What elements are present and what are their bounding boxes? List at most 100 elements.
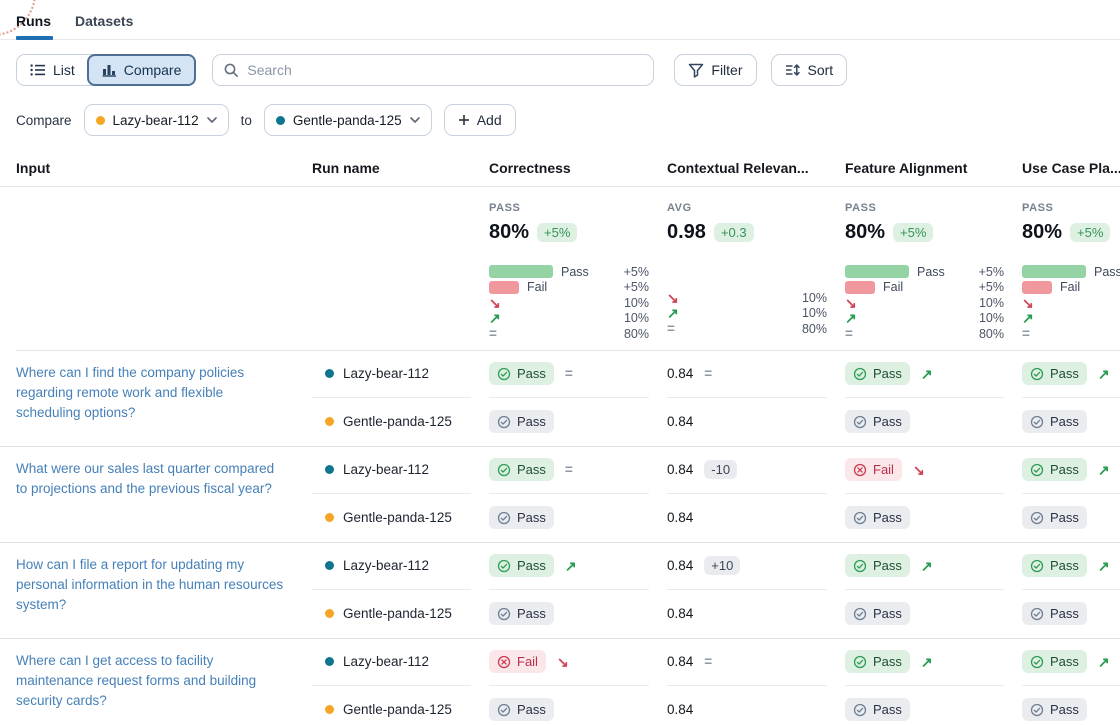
column-header-feature-alignment: Feature Alignment [845, 154, 1022, 187]
list-view-button[interactable]: List [17, 55, 88, 85]
run-cell: Gentle-panda-125 [312, 398, 489, 446]
stat-value: 80% [489, 221, 529, 244]
legend-value: +5% [624, 280, 649, 294]
feature-cell: Pass [845, 543, 1004, 590]
search-icon [223, 62, 239, 78]
pass-badge: Pass [845, 698, 910, 721]
legend-value: 10% [624, 296, 649, 310]
column-header-run-name: Run name [312, 154, 489, 187]
run-a-select[interactable]: Lazy-bear-112 [84, 104, 229, 136]
question-link[interactable]: What were our sales last quarter compare… [16, 461, 274, 496]
run-b-name: Gentle-panda-125 [293, 113, 402, 128]
score-value: 0.84 [667, 510, 693, 525]
correctness-cell: Pass [489, 494, 667, 542]
to-label: to [241, 113, 252, 128]
column-header-correctness: Correctness [489, 154, 667, 187]
view-toggle: List Compare [16, 54, 196, 86]
feature-cell: Fail [845, 447, 1004, 494]
pass-bar-label: Pass [917, 265, 945, 279]
trend-up-icon [489, 311, 501, 325]
question-link[interactable]: Where can I get access to facility maint… [16, 653, 256, 709]
summary-contextual: AVG 0.98+0.3 [667, 187, 845, 244]
trend-down-icon [489, 296, 501, 310]
column-header-use-case: Use Case Pla... [1022, 154, 1120, 187]
question-link[interactable]: Where can I find the company policies re… [16, 365, 244, 421]
question-link[interactable]: How can I file a report for updating my … [16, 557, 283, 613]
tab-datasets[interactable]: Datasets [75, 13, 133, 39]
search-box [212, 54, 654, 86]
trend-up-icon [565, 559, 577, 573]
correctness-cell: Pass [489, 351, 649, 398]
contextual-cell: 0.84 [667, 590, 845, 638]
trend-equal-icon [1022, 327, 1030, 341]
score-delta-badge: +10 [704, 556, 740, 575]
run-label: Lazy-bear-112 [343, 366, 429, 381]
pass-badge: Pass [845, 650, 910, 673]
run-cell: Gentle-panda-125 [312, 590, 489, 638]
legend-correctness: Pass+5% Fail+5% 10% 10% 80% [489, 264, 649, 350]
fail-bar-label: Fail [1060, 280, 1080, 294]
stat-delta-badge: +5% [893, 223, 933, 242]
usecase-cell: Pass [1022, 447, 1120, 494]
score-value: 0.84 [667, 414, 693, 429]
contextual-cell: 0.84 [667, 686, 845, 725]
pass-badge: Pass [1022, 410, 1087, 433]
trend-equal-icon [704, 367, 712, 381]
compare-view-button[interactable]: Compare [87, 54, 197, 86]
trend-up-icon [667, 306, 679, 320]
run-a-dot [96, 116, 105, 125]
pass-badge: Pass [845, 410, 910, 433]
comparison-row-group: What were our sales last quarter compare… [0, 447, 1120, 543]
legend-value: 10% [802, 291, 827, 305]
filter-button[interactable]: Filter [674, 54, 756, 86]
legend-value: 80% [979, 327, 1004, 341]
trend-up-icon [1098, 463, 1110, 477]
plus-icon [458, 114, 470, 126]
feature-cell: Pass [845, 590, 1022, 638]
run-label: Gentle-panda-125 [343, 414, 452, 429]
score-value: 0.84 [667, 654, 693, 669]
search-input[interactable] [247, 62, 643, 78]
trend-up-icon [1098, 655, 1110, 669]
run-dot [325, 513, 334, 522]
trend-down-icon [557, 655, 569, 669]
pass-badge: Pass [489, 410, 554, 433]
sort-icon [785, 63, 801, 77]
run-dot [325, 465, 334, 474]
pass-badge: Pass [489, 506, 554, 529]
run-label: Lazy-bear-112 [343, 462, 429, 477]
stat-delta-badge: +5% [537, 223, 577, 242]
summary-feature: PASS 80%+5% [845, 187, 1022, 244]
compare-view-label: Compare [124, 62, 182, 78]
contextual-cell: 0.84 [667, 639, 827, 686]
pass-badge: Pass [845, 362, 910, 385]
trend-equal-icon [565, 463, 573, 477]
tab-runs[interactable]: Runs [16, 13, 51, 39]
comparison-row-group: How can I file a report for updating my … [0, 543, 1120, 639]
trend-up-icon [921, 367, 933, 381]
input-cell: How can I file a report for updating my … [0, 543, 312, 638]
run-a-name: Lazy-bear-112 [113, 113, 199, 128]
pass-bar [1022, 265, 1086, 278]
run-b-select[interactable]: Gentle-panda-125 [264, 104, 432, 136]
correctness-cell: Pass [489, 686, 667, 725]
legend-value: 10% [802, 306, 827, 320]
add-run-button[interactable]: Add [444, 104, 516, 136]
legend-value: 10% [979, 296, 1004, 310]
legend-value: +5% [979, 265, 1004, 279]
stat-label: PASS [1022, 202, 1120, 214]
compare-label: Compare [16, 113, 72, 128]
comparison-row-group: Where can I get access to facility maint… [0, 639, 1120, 725]
pass-badge: Pass [489, 602, 554, 625]
pass-badge: Pass [1022, 362, 1087, 385]
pass-badge: Pass [1022, 506, 1087, 529]
usecase-cell: Pass [1022, 639, 1120, 686]
comparison-row-group: Where can I find the company policies re… [0, 351, 1120, 447]
filter-icon [688, 63, 704, 78]
run-dot [325, 369, 334, 378]
score-value: 0.84 [667, 702, 693, 717]
contextual-cell: 0.84 [667, 398, 845, 446]
sort-button[interactable]: Sort [771, 54, 848, 86]
pass-bar [845, 265, 909, 278]
fail-bar-label: Fail [883, 280, 903, 294]
